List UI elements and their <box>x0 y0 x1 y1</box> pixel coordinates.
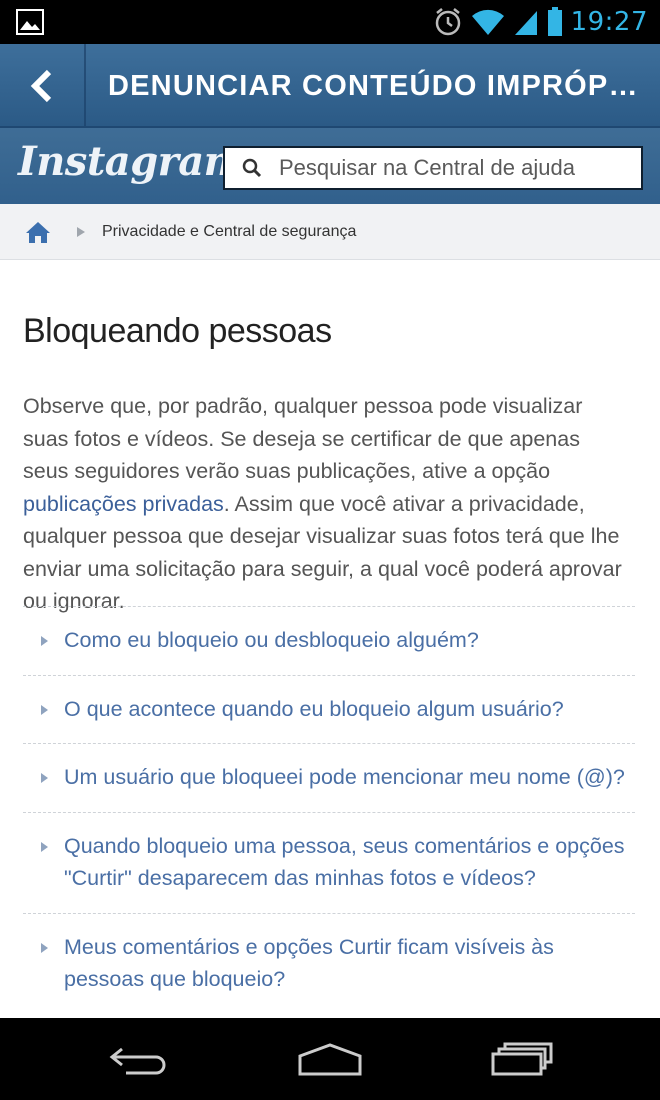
action-bar-divider <box>84 44 86 128</box>
expand-triangle-icon <box>41 636 48 646</box>
status-bar: 19:27 <box>0 0 660 44</box>
search-icon <box>225 148 279 188</box>
page-title: DENUNCIAR CONTEÚDO IMPRÓPRIO <box>108 70 648 102</box>
breadcrumb-separator-icon <box>77 226 85 237</box>
private-posts-link[interactable]: publicações privadas <box>23 492 224 516</box>
chevron-left-icon <box>30 69 52 103</box>
article-paragraph: Observe que, por padrão, qualquer pessoa… <box>23 390 623 618</box>
wifi-icon <box>471 9 504 36</box>
faq-question: Como eu bloqueio ou desbloqueio alguém? <box>64 628 479 652</box>
faq-item[interactable]: Quando bloqueio uma pessoa, seus comentá… <box>23 811 635 913</box>
expand-triangle-icon <box>41 704 48 715</box>
faq-question: Quando bloqueio uma pessoa, seus comentá… <box>64 833 625 891</box>
faq-question: Meus comentários e opções Curtir ficam v… <box>64 934 554 992</box>
breadcrumb: Privacidade e Central de segurança <box>0 204 660 260</box>
faq-item[interactable]: O que acontece quando eu bloqueio algum … <box>23 674 635 744</box>
battery-icon <box>547 7 562 36</box>
article-title: Bloqueando pessoas <box>23 312 332 350</box>
expand-triangle-icon <box>41 942 48 953</box>
back-button[interactable] <box>0 44 84 128</box>
help-center-header: Instagram <box>0 128 660 204</box>
action-bar: DENUNCIAR CONTEÚDO IMPRÓPRIO <box>0 44 660 128</box>
navigation-bar <box>0 1018 660 1100</box>
faq-question: Um usuário que bloqueei pode mencionar m… <box>64 765 625 789</box>
recent-apps-icon[interactable] <box>462 1018 582 1100</box>
breadcrumb-item[interactable]: Privacidade e Central de segurança <box>102 223 356 241</box>
alarm-icon <box>435 8 460 36</box>
expand-triangle-icon <box>41 841 48 852</box>
expand-triangle-icon <box>41 773 48 783</box>
signal-icon <box>514 11 537 35</box>
article-content: Bloqueando pessoas Observe que, por padr… <box>0 260 660 1018</box>
faq-question: O que acontece quando eu bloqueio algum … <box>64 696 564 721</box>
faq-list: Como eu bloqueio ou desbloqueio alguém? … <box>23 606 635 1014</box>
instagram-logo[interactable]: Instagram <box>18 138 246 185</box>
paragraph-text-start: Observe que, por padrão, qualquer pessoa… <box>23 394 583 483</box>
faq-item[interactable]: Um usuário que bloqueei pode mencionar m… <box>23 743 635 812</box>
faq-item[interactable]: Como eu bloqueio ou desbloqueio alguém? <box>23 606 635 675</box>
home-icon[interactable] <box>24 218 52 246</box>
search-box[interactable] <box>223 146 643 190</box>
faq-item[interactable]: Meus comentários e opções Curtir ficam v… <box>23 912 635 1014</box>
search-input[interactable] <box>279 155 629 181</box>
status-time: 19:27 <box>570 7 648 37</box>
image-notification-icon <box>16 9 44 35</box>
home-nav-icon[interactable] <box>270 1018 390 1100</box>
back-nav-icon[interactable] <box>78 1018 198 1100</box>
